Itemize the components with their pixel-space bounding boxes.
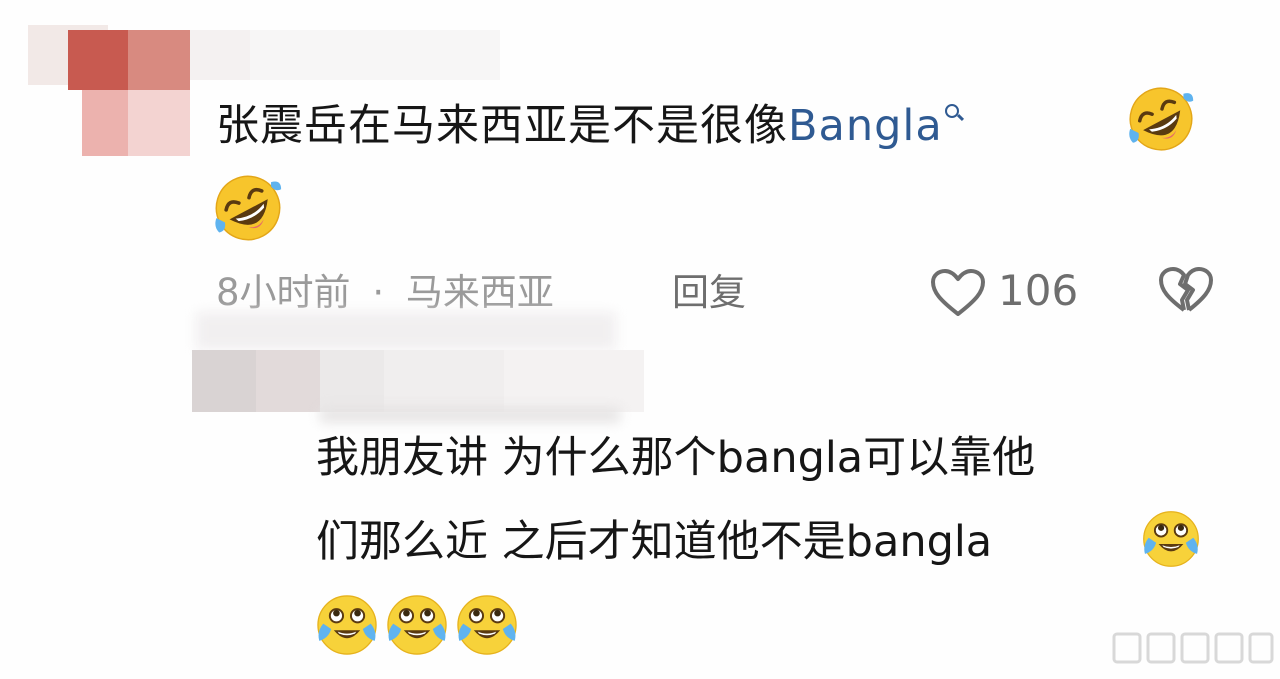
comment-location: 马来西亚 — [405, 271, 554, 314]
reply-button[interactable]: 回复 — [672, 268, 746, 318]
dislike-button[interactable] — [1158, 266, 1214, 318]
heart-outline-icon — [931, 269, 985, 316]
broken-heart-icon — [1159, 267, 1213, 312]
reply-text-line-1: 我朋友讲 为什么那个bangla可以靠他 — [316, 433, 1036, 483]
comment-meta: 8小时前 · 马来西亚 — [216, 268, 554, 318]
keyword-link[interactable]: Bangla — [788, 101, 943, 151]
watermark-logo — [1112, 632, 1274, 664]
like-count: 106 — [998, 266, 1079, 315]
meta-separator: · — [372, 271, 385, 314]
comment-text: 张震岳在马来西亚是不是很像Bangla — [216, 96, 961, 156]
search-icon — [944, 104, 961, 126]
crying-laughing-emoji — [384, 592, 450, 658]
like-button[interactable]: 106 — [930, 266, 1080, 318]
rolling-laughing-emoji — [1126, 84, 1196, 154]
reply-text-line-2: 们那么近 之后才知道他不是bangla — [316, 517, 993, 567]
comment-text-prefix: 张震岳在马来西亚是不是很像 — [216, 101, 788, 151]
crying-laughing-emoji — [314, 592, 380, 658]
crying-laughing-emoji — [1138, 508, 1204, 570]
rolling-laughing-emoji — [212, 172, 284, 244]
crying-laughing-emoji — [454, 592, 520, 658]
comment-time: 8小时前 — [216, 271, 351, 314]
